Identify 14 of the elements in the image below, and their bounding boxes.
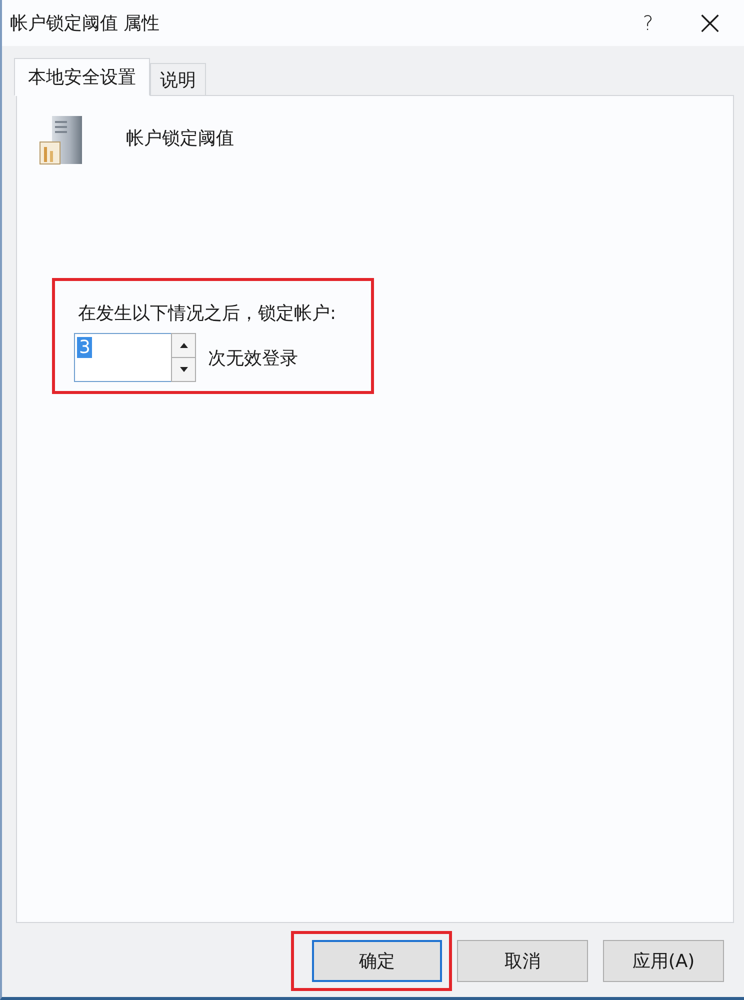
server-icon <box>38 116 84 166</box>
caret-down-icon <box>180 367 188 372</box>
unit-label: 次无效登录 <box>208 346 298 370</box>
lockout-label: 在发生以下情况之后，锁定帐户: <box>78 302 338 326</box>
window-title: 帐户锁定阈值 属性 <box>10 12 160 35</box>
dialog-button[interactable]: 应用(A) <box>603 940 724 982</box>
tab[interactable]: 本地安全设置 <box>14 58 150 96</box>
caret-up-icon <box>180 343 188 348</box>
close-button[interactable]: × <box>676 0 744 46</box>
tab[interactable]: 说明 <box>150 63 206 95</box>
dialog-button[interactable]: 取消 <box>457 940 588 982</box>
policy-name: 帐户锁定阈值 <box>126 127 234 150</box>
help-button[interactable]: ? <box>620 0 676 46</box>
dialog-button[interactable]: 确定 <box>312 940 442 982</box>
